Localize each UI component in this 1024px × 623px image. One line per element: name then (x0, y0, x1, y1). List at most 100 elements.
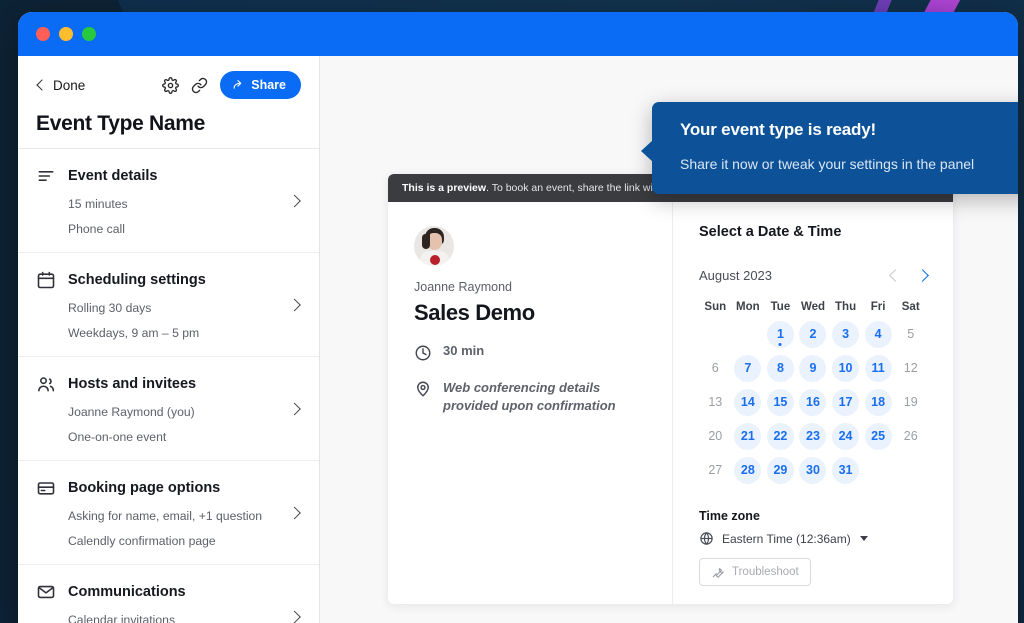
calendar-day-24[interactable]: 24 (832, 422, 860, 450)
calendar-day-18[interactable]: 18 (864, 388, 892, 416)
calendar-day-16[interactable]: 16 (799, 388, 827, 416)
sidebar-header: Done Share Event Type Name (18, 56, 319, 149)
calendar-day-3[interactable]: 3 (832, 320, 860, 348)
calendar-cell: 29 (764, 453, 797, 487)
month-navigation: August 2023 (699, 268, 929, 283)
calendar-cell: 24 (829, 419, 862, 453)
month-label: August 2023 (699, 268, 773, 283)
window-minimize-button[interactable] (59, 27, 73, 41)
calendar-cell: 25 (862, 419, 895, 453)
booking-event-info: Joanne Raymond Sales Demo 30 min Web con… (388, 202, 673, 604)
sidebar-item-communications[interactable]: Communications Calendar invitations No r… (18, 565, 319, 623)
calendar-day-9[interactable]: 9 (799, 354, 827, 382)
done-label: Done (53, 77, 86, 93)
calendar-day-22[interactable]: 22 (766, 422, 794, 450)
calendar-cell: 15 (764, 385, 797, 419)
sidebar-item-title: Scheduling settings (68, 272, 206, 289)
calendar-grid: Sun Mon Tue Wed Thu Fri Sat 1 2 3 4 5 6 7 8 9 10 1… (699, 295, 927, 487)
calendar-cell: 20 (699, 419, 732, 453)
date-picker-heading: Select a Date & Time (699, 224, 842, 240)
calendar-cell: 11 (862, 351, 895, 385)
calendar-cell: 8 (764, 351, 797, 385)
calendar-day-8[interactable]: 8 (766, 354, 794, 382)
share-arrow-icon (233, 79, 242, 89)
previous-month-button[interactable] (889, 269, 902, 282)
gear-icon[interactable] (162, 76, 180, 94)
people-icon (36, 374, 56, 394)
calendar-cell: 1 (764, 317, 797, 351)
sidebar-item-sub1: Rolling 30 days (68, 301, 152, 316)
dow-thu: Thu (835, 301, 857, 313)
window-maximize-button[interactable] (82, 27, 96, 41)
done-button[interactable]: Done (36, 78, 85, 93)
sidebar-item-sub1: Calendar invitations (68, 613, 176, 623)
timezone-selector[interactable]: Eastern Time (12:36am) (699, 531, 927, 546)
sidebar-item-sub1: Joanne Raymond (you) (68, 405, 195, 420)
calendar-day-20: 20 (708, 429, 723, 443)
calendar-day-empty (865, 457, 892, 484)
timezone-value: Eastern Time (12:36am) (722, 531, 851, 546)
calendar-day-14[interactable]: 14 (734, 388, 762, 416)
envelope-icon (36, 582, 56, 602)
event-title: Sales Demo (414, 300, 535, 325)
calendar-day-29[interactable]: 29 (766, 456, 794, 484)
calendar-day-17[interactable]: 17 (832, 388, 860, 416)
next-month-button[interactable] (916, 269, 929, 282)
dow-mon: Mon (736, 301, 760, 313)
calendar-cell: 7 (732, 351, 765, 385)
globe-icon (699, 531, 714, 546)
calendar-cell: 31 (829, 453, 862, 487)
calendar-day-10[interactable]: 10 (832, 354, 860, 382)
calendar-day-21[interactable]: 21 (734, 422, 762, 450)
calendar-cell (894, 453, 927, 487)
calendar-day-12: 12 (903, 361, 918, 375)
calendar-day-11[interactable]: 11 (864, 354, 892, 382)
calendar-day-4[interactable]: 4 (864, 320, 892, 348)
calendar-day-31[interactable]: 31 (832, 456, 860, 484)
calendar-day-25[interactable]: 25 (864, 422, 892, 450)
booking-widget: Joanne Raymond Sales Demo 30 min Web con… (388, 202, 953, 604)
window-titlebar (18, 12, 1018, 56)
location-row: Web conferencing details provided upon c… (414, 379, 646, 414)
calendar-cell: 28 (732, 453, 765, 487)
toast-subtitle: Share it now or tweak your settings in t… (680, 156, 975, 172)
calendar-cell: 2 (797, 317, 830, 351)
calendar-cell: 3 (829, 317, 862, 351)
calendar-day-30[interactable]: 30 (799, 456, 827, 484)
dow-sun: Sun (704, 301, 727, 313)
calendar-day-empty (734, 321, 761, 348)
window-close-button[interactable] (36, 27, 50, 41)
calendar-cell: 30 (797, 453, 830, 487)
troubleshoot-label: Troubleshoot (732, 566, 799, 578)
sidebar-item-booking-page-options[interactable]: Booking page options Asking for name, em… (18, 461, 319, 566)
sidebar-item-scheduling-settings[interactable]: Scheduling settings Rolling 30 days Week… (18, 253, 319, 358)
calendar-day-13: 13 (708, 395, 723, 409)
calendar-cell: 23 (797, 419, 830, 453)
sidebar-item-title: Hosts and invitees (68, 376, 197, 393)
dow-tue: Tue (770, 301, 791, 313)
chevron-down-icon[interactable] (859, 536, 868, 541)
calendar-week-row: 20 21 22 23 24 25 26 (699, 419, 927, 453)
duration-text: 30 min (443, 343, 485, 358)
calendar-day-1[interactable]: 1 (766, 320, 794, 348)
sidebar-item-title: Communications (68, 584, 186, 601)
calendar-day-2[interactable]: 2 (799, 320, 827, 348)
dow-fri: Fri (870, 301, 886, 313)
calendar-day-28[interactable]: 28 (734, 456, 762, 484)
link-icon[interactable] (191, 77, 208, 94)
preview-notice-bold: This is a preview (402, 182, 487, 194)
calendar-cell: 19 (894, 385, 927, 419)
sidebar-item-sub2: One-on-one event (68, 430, 167, 445)
sidebar-item-event-details[interactable]: Event details 15 minutes Phone call (18, 149, 319, 254)
calendar-day-7[interactable]: 7 (734, 354, 762, 382)
calendar-week-row: 1234 5 (699, 317, 927, 351)
calendar-cell: 26 (894, 419, 927, 453)
calendar-day-15[interactable]: 15 (766, 388, 794, 416)
clock-icon (414, 344, 432, 362)
share-button[interactable]: Share (220, 71, 301, 99)
sidebar-item-hosts-and-invitees[interactable]: Hosts and invitees Joanne Raymond (you) … (18, 357, 319, 462)
calendar-week-row: 13 14 15 16 17 18 19 (699, 385, 927, 419)
calendar-day-23[interactable]: 23 (799, 422, 827, 450)
troubleshoot-button[interactable]: Troubleshoot (699, 558, 811, 586)
calendar-cell: 14 (732, 385, 765, 419)
